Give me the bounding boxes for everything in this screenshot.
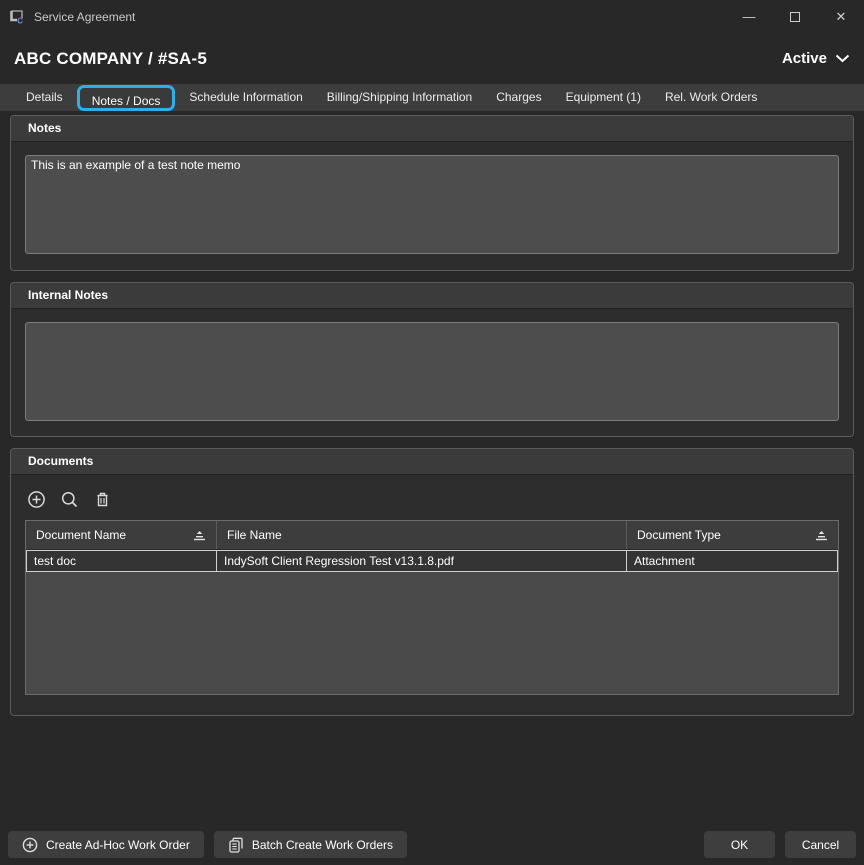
column-header-file-name[interactable]: File Name <box>217 521 627 549</box>
sort-icon[interactable] <box>193 530 206 541</box>
documents-toolbar <box>25 488 839 520</box>
button-label: Batch Create Work Orders <box>252 838 393 852</box>
column-header-document-type[interactable]: Document Type <box>627 521 838 549</box>
svg-text:c: c <box>17 15 23 27</box>
tab-equipment[interactable]: Equipment (1) <box>554 84 653 111</box>
column-header-document-name[interactable]: Document Name <box>26 521 217 549</box>
create-adhoc-work-order-button[interactable]: Create Ad-Hoc Work Order <box>8 831 204 858</box>
tab-billing-shipping-information[interactable]: Billing/Shipping Information <box>315 84 484 111</box>
ok-button[interactable]: OK <box>704 831 775 858</box>
internal-notes-group-title: Internal Notes <box>11 283 853 309</box>
documents-group: Documents <box>10 448 854 716</box>
record-header: ABC COMPANY / #SA-5 Active <box>0 33 864 84</box>
sort-icon[interactable] <box>815 530 828 541</box>
table-row[interactable]: test doc IndySoft Client Regression Test… <box>26 550 838 572</box>
tab-rel-work-orders[interactable]: Rel. Work Orders <box>653 84 769 111</box>
service-agreement-window: c Service Agreement — ✕ ABC COMPANY / #S… <box>0 0 864 865</box>
maximize-button[interactable] <box>772 0 818 33</box>
documents-group-title: Documents <box>11 449 853 475</box>
internal-notes-textarea[interactable] <box>25 322 839 421</box>
dialog-actions: OK Cancel <box>704 831 856 858</box>
cell-document-type: Attachment <box>627 551 837 571</box>
minimize-button[interactable]: — <box>726 0 772 33</box>
chevron-down-icon <box>835 54 850 63</box>
column-label: Document Name <box>36 528 126 542</box>
window-title: Service Agreement <box>34 10 135 24</box>
footer-bar: Create Ad-Hoc Work Order Batch Create Wo… <box>8 831 856 858</box>
notes-group: Notes This is an example of a test note … <box>10 115 854 271</box>
batch-create-work-orders-button[interactable]: Batch Create Work Orders <box>214 831 407 858</box>
page-title: ABC COMPANY / #SA-5 <box>14 49 207 69</box>
documents-table-header: Document Name File Name D <box>26 521 838 550</box>
cell-document-name: test doc <box>27 551 217 571</box>
title-bar: c Service Agreement — ✕ <box>0 0 864 33</box>
tab-details[interactable]: Details <box>14 84 75 111</box>
documents-table: Document Name File Name D <box>25 520 839 695</box>
column-label: File Name <box>227 528 282 542</box>
status-dropdown[interactable]: Active <box>782 50 850 67</box>
cell-file-name: IndySoft Client Regression Test v13.1.8.… <box>217 551 627 571</box>
window-controls: — ✕ <box>726 0 864 33</box>
tab-schedule-information[interactable]: Schedule Information <box>177 84 314 111</box>
status-value: Active <box>782 50 827 67</box>
close-button[interactable]: ✕ <box>818 0 864 33</box>
batch-documents-icon <box>228 837 244 853</box>
maximize-icon <box>790 12 800 22</box>
button-label: Create Ad-Hoc Work Order <box>46 838 190 852</box>
tab-notes-docs[interactable]: Notes / Docs <box>77 85 176 111</box>
column-label: Document Type <box>637 528 721 542</box>
cancel-button[interactable]: Cancel <box>785 831 856 858</box>
add-document-icon[interactable] <box>27 490 46 509</box>
tab-bar: Details Notes / Docs Schedule Informatio… <box>0 84 864 111</box>
internal-notes-group: Internal Notes <box>10 282 854 437</box>
plus-circle-icon <box>22 837 38 853</box>
delete-document-icon[interactable] <box>93 490 112 509</box>
tab-charges[interactable]: Charges <box>484 84 553 111</box>
notes-group-title: Notes <box>11 116 853 142</box>
search-documents-icon[interactable] <box>60 490 79 509</box>
notes-textarea[interactable]: This is an example of a test note memo <box>25 155 839 254</box>
app-logo-icon: c <box>8 7 27 26</box>
